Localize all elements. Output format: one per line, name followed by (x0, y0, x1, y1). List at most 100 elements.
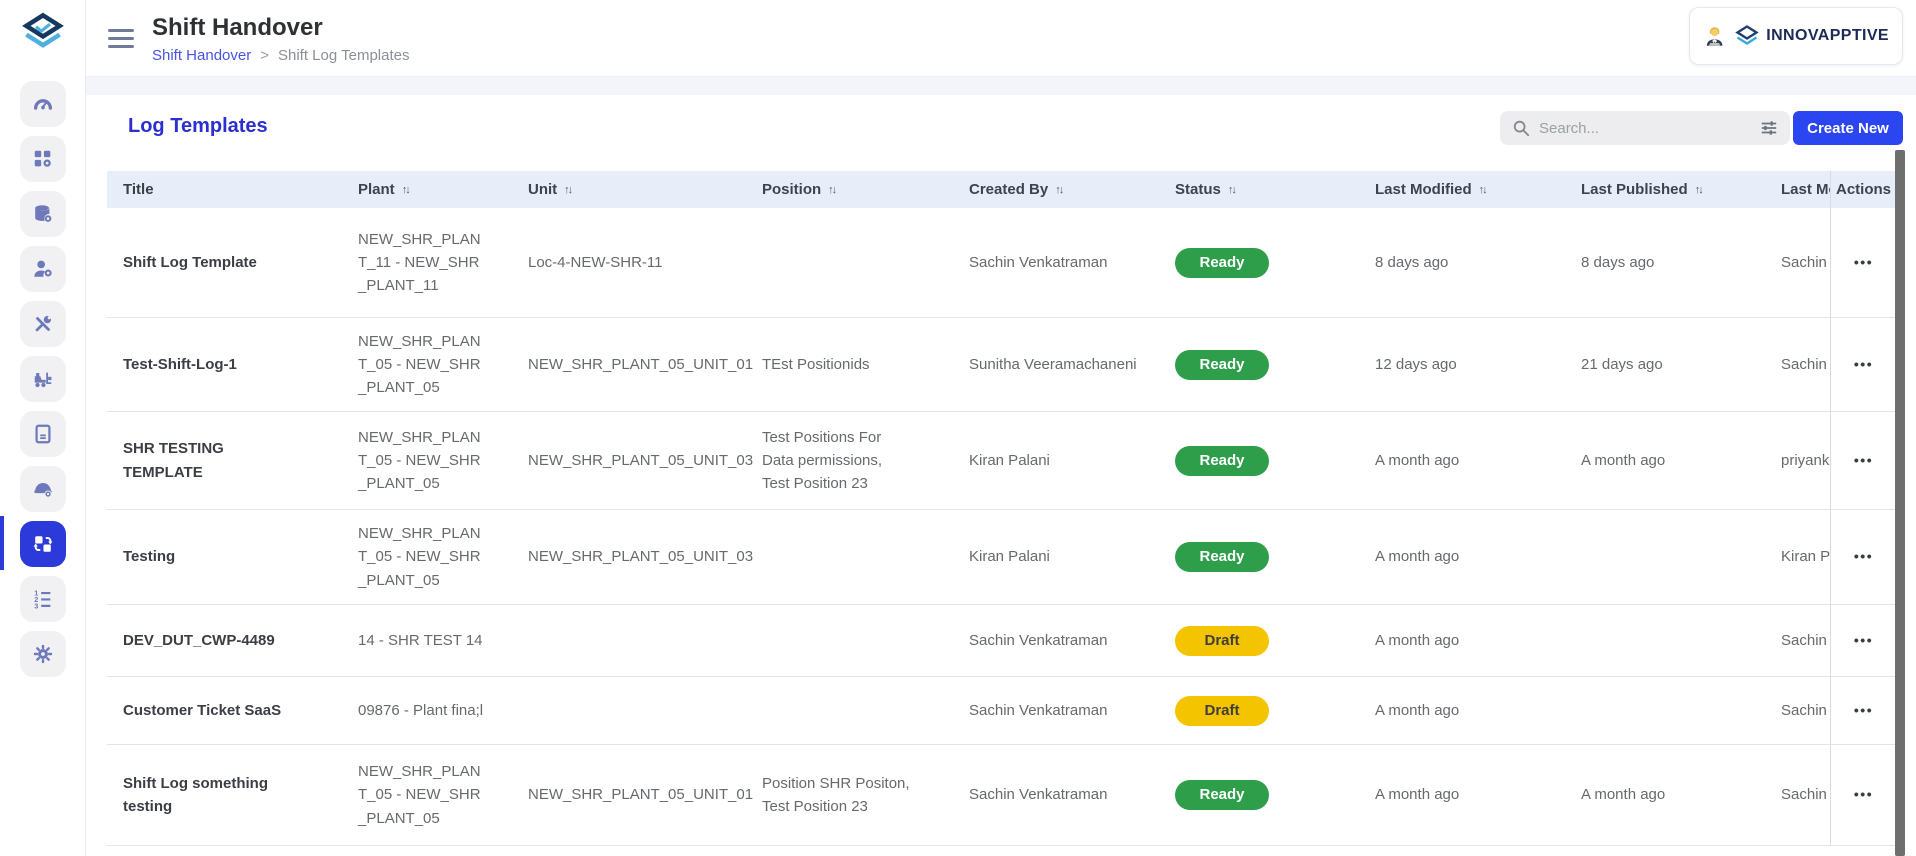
last-modified-cell: 12 days ago (1359, 318, 1565, 411)
position-cell: Test Positions For Data permissions, Tes… (746, 412, 953, 509)
page-heading: Log Templates (128, 115, 268, 138)
last-modified-cell: A month ago (1359, 510, 1565, 604)
vertical-scrollbar[interactable] (1895, 150, 1905, 856)
brand-logo: INNOVAPPTIVE (1735, 24, 1889, 48)
sidebar-item-settings[interactable] (20, 631, 66, 677)
shift-handover-icon (32, 533, 54, 555)
plant-cell: NEW_SHR_PLANT_05 - NEW_SHR_PLANT_05 (342, 745, 512, 845)
table-header-row: Title Plant↑↓ Unit↑↓ Position↑↓ Created … (107, 171, 1896, 208)
status-badge: Ready (1175, 446, 1269, 476)
last-modified-cell: 8 days ago (1359, 208, 1565, 317)
position-cell (746, 510, 953, 604)
sidebar-item-sequences[interactable]: 1 2 3 (20, 576, 66, 622)
more-actions-button[interactable]: ••• (1854, 630, 1873, 652)
hamburger-menu-button[interactable] (108, 29, 134, 48)
last-published-cell: 8 days ago (1565, 208, 1765, 317)
sidebar-item-safety[interactable] (20, 466, 66, 512)
last-modified-by-cell: priyanka (1765, 412, 1830, 509)
column-header-last-published[interactable]: Last Published↑↓ (1565, 171, 1765, 208)
company-logo-icon[interactable] (21, 11, 65, 58)
status-cell: Ready (1159, 510, 1359, 604)
column-header-last-modified-by[interactable]: Last Modified By↑↓ (1765, 171, 1830, 208)
page-title: Shift Handover (152, 14, 323, 42)
search-input[interactable] (1539, 120, 1751, 137)
created-by-cell: Sachin Venkatraman (953, 745, 1159, 845)
status-badge: Ready (1175, 248, 1269, 278)
title-cell: Testing (107, 510, 342, 604)
sort-icon: ↑↓ (1055, 184, 1062, 196)
breadcrumb-link[interactable]: Shift Handover (152, 47, 251, 64)
breadcrumb-current: Shift Log Templates (278, 47, 409, 64)
last-modified-cell: A month ago (1359, 412, 1565, 509)
document-icon (32, 423, 54, 445)
table-row[interactable]: Shift Log Template NEW_SHR_PLANT_11 - NE… (107, 208, 1896, 318)
sort-icon: ↑↓ (402, 184, 409, 196)
modules-grid-gear-icon (32, 148, 54, 170)
column-header-title: Title (107, 171, 342, 208)
column-header-last-modified[interactable]: Last Modified↑↓ (1359, 171, 1565, 208)
position-cell (746, 677, 953, 744)
last-published-cell (1565, 605, 1765, 676)
sidebar-item-equipment[interactable] (20, 356, 66, 402)
table-row[interactable]: Test-Shift-Log-1 NEW_SHR_PLANT_05 - NEW_… (107, 318, 1896, 412)
status-badge: Ready (1175, 350, 1269, 380)
last-modified-by-cell: Sachin Venkatraman (1765, 605, 1830, 676)
sidebar-item-user-management[interactable] (20, 246, 66, 292)
topbar: Shift Handover Shift Handover>Shift Log … (86, 0, 1916, 77)
status-cell: Draft (1159, 677, 1359, 744)
unit-cell: NEW_SHR_PLANT_05_UNIT_03 (512, 412, 746, 509)
actions-cell: ••• (1830, 605, 1896, 676)
more-actions-button[interactable]: ••• (1854, 252, 1873, 274)
plant-cell: 09876 - Plant fina;l (342, 677, 512, 744)
status-badge: Draft (1175, 626, 1269, 656)
database-gear-icon (32, 203, 54, 225)
sort-icon: ↑↓ (1695, 184, 1702, 196)
active-nav-indicator (0, 516, 4, 570)
user-brand-card[interactable]: INNOVAPPTIVE (1689, 7, 1903, 65)
created-by-cell: Kiran Palani (953, 510, 1159, 604)
breadcrumb: Shift Handover>Shift Log Templates (152, 47, 409, 64)
create-new-button[interactable]: Create New (1793, 111, 1903, 145)
table-row[interactable]: DEV_DUT_CWP-4489 14 - SHR TEST 14 Sachin… (107, 605, 1896, 677)
sidebar-item-documents[interactable] (20, 411, 66, 457)
status-cell: Ready (1159, 412, 1359, 509)
actions-cell: ••• (1830, 412, 1896, 509)
sidebar-item-master-data[interactable] (20, 191, 66, 237)
sidebar-item-dashboard[interactable] (20, 81, 66, 127)
column-header-actions: Actions (1830, 171, 1896, 208)
column-header-unit[interactable]: Unit↑↓ (512, 171, 746, 208)
more-actions-button[interactable]: ••• (1854, 354, 1873, 376)
status-badge: Ready (1175, 780, 1269, 810)
avatar (1703, 13, 1726, 59)
column-header-status[interactable]: Status↑↓ (1159, 171, 1359, 208)
sidebar-item-modules[interactable] (20, 136, 66, 182)
last-modified-by-cell: Sachin Venkatraman (1765, 677, 1830, 744)
more-actions-button[interactable]: ••• (1854, 784, 1873, 806)
sidebar-item-tools[interactable] (20, 301, 66, 347)
table-row[interactable]: Shift Log something testing NEW_SHR_PLAN… (107, 745, 1896, 846)
status-cell: Ready (1159, 318, 1359, 411)
unit-cell: Loc-4-NEW-SHR-11 (512, 208, 746, 317)
table-row[interactable]: SHR TESTING TEMPLATE NEW_SHR_PLANT_05 - … (107, 412, 1896, 510)
position-cell (746, 208, 953, 317)
more-actions-button[interactable]: ••• (1854, 450, 1873, 472)
table-row[interactable]: Customer Ticket SaaS 09876 - Plant fina;… (107, 677, 1896, 745)
last-modified-cell: A month ago (1359, 605, 1565, 676)
more-actions-button[interactable]: ••• (1854, 546, 1873, 568)
last-published-cell: A month ago (1565, 412, 1765, 509)
status-badge: Ready (1175, 542, 1269, 572)
column-header-position[interactable]: Position↑↓ (746, 171, 953, 208)
created-by-cell: Sunitha Veeramachaneni (953, 318, 1159, 411)
more-actions-button[interactable]: ••• (1854, 700, 1873, 722)
sidebar: 1 2 3 (0, 0, 86, 856)
sort-icon: ↑↓ (1228, 184, 1235, 196)
column-header-plant[interactable]: Plant↑↓ (342, 171, 512, 208)
last-published-cell: A month ago (1565, 745, 1765, 845)
hardhat-gear-icon (32, 478, 54, 500)
filter-tune-icon[interactable] (1760, 119, 1778, 137)
sidebar-nav: 1 2 3 (0, 81, 85, 677)
table-row[interactable]: Testing NEW_SHR_PLANT_05 - NEW_SHR_PLANT… (107, 510, 1896, 605)
sidebar-item-shift-handover[interactable] (20, 521, 66, 567)
column-header-created-by[interactable]: Created By↑↓ (953, 171, 1159, 208)
title-cell: Shift Log Template (107, 208, 342, 317)
